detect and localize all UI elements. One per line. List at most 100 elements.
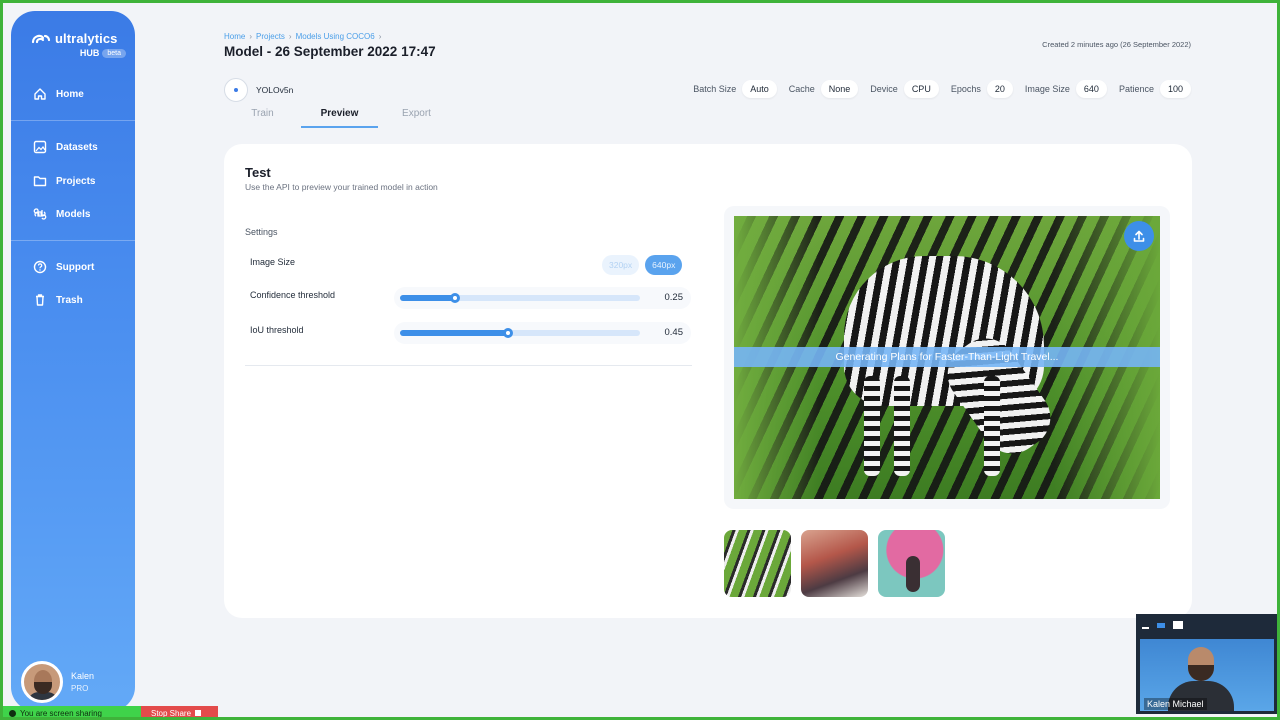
breadcrumb: Home › Projects › Models Using COCO6 › [224,32,381,41]
webcam-controls [1136,614,1277,636]
thumbnail-umbrella[interactable] [878,530,945,597]
breadcrumb-home[interactable]: Home [224,32,245,41]
image-icon [33,140,47,154]
size-640-button[interactable]: 640px [645,255,683,275]
breadcrumb-separator: › [249,32,253,41]
slider-thumb[interactable] [503,328,513,338]
restore-icon[interactable] [1157,622,1165,628]
size-320-button[interactable]: 320px [602,255,640,275]
tab-preview[interactable]: Preview [301,108,378,128]
image-size-label: Image Size [250,257,296,267]
param-epochs: Epochs 20 [951,80,1013,98]
param-value: 640 [1075,80,1107,98]
upload-button[interactable] [1124,221,1154,251]
param-value: CPU [903,80,939,98]
phone-icon [9,709,16,717]
tab-bar: Train Preview Export [224,108,455,128]
webcam-window[interactable]: Kalen Michael [1136,614,1277,714]
ultralytics-logo-icon [31,34,51,43]
sidebar-divider [11,240,135,241]
sidebar-item-models[interactable]: Models [33,207,90,221]
preview-panel: Generating Plans for Faster-Than-Light T… [724,206,1170,509]
model-info: YOLOv5n [224,78,293,102]
param-patience: Patience 100 [1119,80,1191,98]
folder-icon [33,176,47,187]
share-status-text: You are screen sharing [20,708,102,718]
preview-image[interactable]: Generating Plans for Faster-Than-Light T… [734,216,1160,499]
param-value: 100 [1159,80,1191,98]
confidence-slider[interactable]: 0.25 [394,287,691,309]
param-label: Patience [1118,84,1154,94]
page-title: Model - 26 September 2022 17:47 [224,44,436,59]
help-icon [33,260,47,274]
breadcrumb-separator: › [288,32,292,41]
thumbnail-room[interactable] [801,530,868,597]
sample-images [724,530,945,597]
created-timestamp: Created 2 minutes ago (26 September 2022… [1042,40,1191,49]
sidebar-item-home[interactable]: Home [33,87,84,101]
user-name: Kalen [71,671,95,681]
breadcrumb-projects[interactable]: Projects [256,32,285,41]
sidebar-item-projects[interactable]: Projects [33,174,95,188]
thumbnail-zebra[interactable] [724,530,791,597]
sidebar-item-label: Models [56,208,91,220]
sidebar-item-label: Trash [56,294,83,306]
brand-logo[interactable]: ultralytics HUB beta [31,31,126,58]
iou-label: IoU threshold [250,325,304,335]
sidebar-item-support[interactable]: Support [33,260,94,274]
card-subtitle: Use the API to preview your trained mode… [245,182,438,192]
image-size-toggle: 320px 640px [602,255,683,275]
sidebar-divider [11,120,135,121]
param-image-size: Image Size 640 [1025,80,1107,98]
tab-export[interactable]: Export [378,108,455,128]
webcam-name: Kalen Michael [1144,698,1207,710]
minimize-icon[interactable] [1142,626,1149,629]
param-label: Image Size [1024,84,1070,94]
breadcrumb-separator: › [378,32,382,41]
param-label: Cache [788,84,815,94]
tab-train[interactable]: Train [224,108,301,128]
stop-share-button[interactable]: Stop Share [141,706,218,720]
param-label: Device [870,84,898,94]
param-label: Epochs [950,84,981,94]
maximize-icon[interactable] [1173,621,1183,629]
param-value: None [820,80,859,98]
stop-icon [195,710,202,716]
share-status: You are screen sharing [3,706,141,720]
training-params: Batch Size Auto Cache None Device CPU Epoch… [693,80,1191,98]
slider-fill [400,295,456,301]
param-label: Batch Size [693,84,737,94]
confidence-label: Confidence threshold [250,290,336,300]
iou-value: 0.45 [664,327,684,338]
sidebar-item-label: Projects [56,175,96,187]
sidebar-item-label: Support [56,261,95,273]
param-batch-size: Batch Size Auto [693,80,777,98]
card-title: Test [245,165,271,180]
model-status-icon [224,78,248,102]
sidebar: ultralytics HUB beta Home Datasets Proje… [11,11,135,711]
iou-slider[interactable]: 0.45 [394,322,691,344]
param-cache: Cache None [789,80,859,98]
stop-share-label: Stop Share [151,708,192,718]
upload-icon [1133,230,1145,242]
sidebar-item-datasets[interactable]: Datasets [33,140,98,154]
brand-name: ultralytics [55,31,118,46]
sidebar-item-trash[interactable]: Trash [33,293,83,307]
param-value: 20 [986,80,1013,98]
slider-thumb[interactable] [450,293,461,303]
user-profile[interactable]: Kalen PRO [21,661,94,703]
param-value: Auto [742,80,777,98]
test-card: Test Use the API to preview your trained… [224,144,1192,618]
settings-heading: Settings [245,227,278,237]
breadcrumb-project[interactable]: Models Using COCO6 [296,32,375,41]
avatar [21,661,63,703]
sidebar-item-label: Datasets [56,141,98,153]
model-name: YOLOv5n [256,85,294,95]
slider-fill [400,330,508,336]
param-device: Device CPU [870,80,939,98]
trash-icon [36,294,44,306]
command-icon [33,208,47,220]
brand-hub: HUB [79,48,100,58]
beta-badge: beta [102,48,126,58]
home-icon [34,88,46,100]
